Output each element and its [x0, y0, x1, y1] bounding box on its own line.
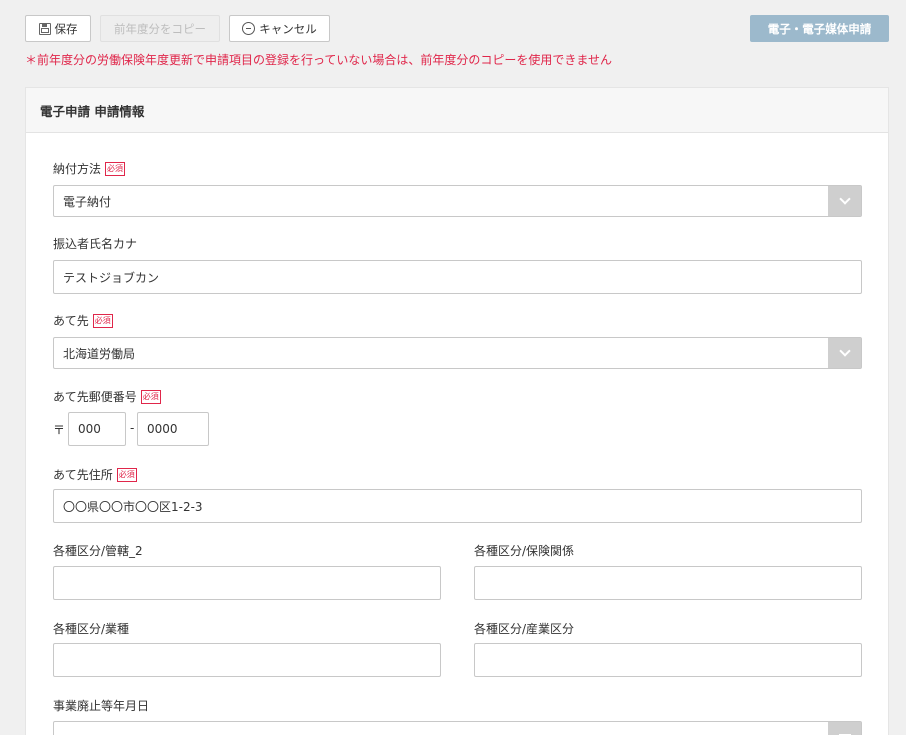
required-badge: 必須: [105, 161, 126, 176]
chevron-down-icon[interactable]: [828, 186, 861, 216]
payment-method-value: 電子納付: [63, 194, 112, 209]
floppy-disk-icon: [38, 22, 51, 35]
required-badge: 必須: [116, 467, 137, 482]
category-industry-input[interactable]: [474, 643, 862, 677]
transfer-name-kana-label: 振込者氏名カナ: [53, 235, 137, 252]
category-business-type-input[interactable]: [53, 643, 441, 677]
circle-minus-icon: [242, 22, 256, 35]
electronic-application-label: 電子・電子媒体申請: [767, 21, 872, 36]
chevron-down-icon[interactable]: [828, 338, 861, 368]
payment-method-select[interactable]: 電子納付: [53, 185, 862, 217]
destination-address-value: 〇〇県〇〇市〇〇区1-2-3: [63, 499, 203, 514]
application-info-panel: 電子申請 申請情報 納付方法 必須 電子納付 振込者氏名カナ テストジョブカン …: [25, 87, 889, 735]
copy-previous-year-label: 前年度分をコピー: [114, 21, 206, 36]
payment-method-label-text: 納付方法: [53, 162, 102, 176]
save-button-label: 保存: [54, 21, 78, 36]
electronic-application-button[interactable]: 電子・電子媒体申請: [750, 15, 889, 42]
business-closure-date-input[interactable]: [53, 721, 862, 735]
zip-code-second-input[interactable]: 0000: [137, 412, 209, 446]
category-insurance-input[interactable]: [474, 566, 862, 600]
destination-address-label-text: あて先住所: [53, 468, 113, 482]
required-badge: 必須: [140, 389, 161, 404]
category-jurisdiction-label: 各種区分/管轄_2: [53, 542, 143, 559]
copy-previous-year-button[interactable]: 前年度分をコピー: [100, 15, 220, 42]
transfer-name-kana-label-text: 振込者氏名カナ: [53, 237, 138, 251]
destination-label: あて先 必須: [53, 312, 113, 329]
category-jurisdiction-input[interactable]: [53, 566, 441, 600]
destination-zip-label: あて先郵便番号 必須: [53, 388, 161, 405]
payment-method-label: 納付方法 必須: [53, 160, 126, 177]
category-business-type-label-text: 各種区分/業種: [53, 622, 130, 636]
category-industry-label-text: 各種区分/産業区分: [474, 622, 575, 636]
destination-select[interactable]: 北海道労働局: [53, 337, 862, 369]
business-closure-date-label-text: 事業廃止等年月日: [53, 699, 150, 713]
required-badge: 必須: [92, 313, 113, 328]
destination-address-input[interactable]: 〇〇県〇〇市〇〇区1-2-3: [53, 489, 862, 523]
zip-code-first-value: 000: [78, 422, 101, 436]
copy-warning-text: ＊前年度分の労働保険年度更新で申請項目の登録を行っていない場合は、前年度分のコピ…: [25, 53, 613, 67]
calendar-icon[interactable]: [828, 722, 861, 735]
destination-label-text: あて先: [53, 314, 89, 328]
save-button[interactable]: 保存: [25, 15, 91, 42]
category-insurance-label-text: 各種区分/保険関係: [474, 544, 575, 558]
destination-zip-label-text: あて先郵便番号: [53, 390, 137, 404]
destination-value: 北海道労働局: [63, 346, 136, 361]
panel-title: 電子申請 申請情報: [26, 88, 888, 133]
zip-separator: -: [130, 421, 135, 435]
cancel-button[interactable]: キャンセル: [229, 15, 330, 42]
transfer-name-kana-value: テストジョブカン: [63, 270, 160, 285]
toolbar: 保存 前年度分をコピー キャンセル 電子・電子媒体申請: [25, 15, 889, 43]
category-jurisdiction-label-text: 各種区分/管轄_2: [53, 544, 143, 558]
transfer-name-kana-input[interactable]: テストジョブカン: [53, 260, 862, 294]
postal-mark: 〒: [53, 423, 66, 437]
destination-address-label: あて先住所 必須: [53, 466, 137, 483]
category-industry-label: 各種区分/産業区分: [474, 620, 574, 637]
zip-code-first-input[interactable]: 000: [68, 412, 126, 446]
business-closure-date-label: 事業廃止等年月日: [53, 697, 149, 714]
zip-code-second-value: 0000: [147, 422, 178, 436]
cancel-button-label: キャンセル: [259, 21, 317, 36]
category-insurance-label: 各種区分/保険関係: [474, 542, 574, 559]
category-business-type-label: 各種区分/業種: [53, 620, 129, 637]
